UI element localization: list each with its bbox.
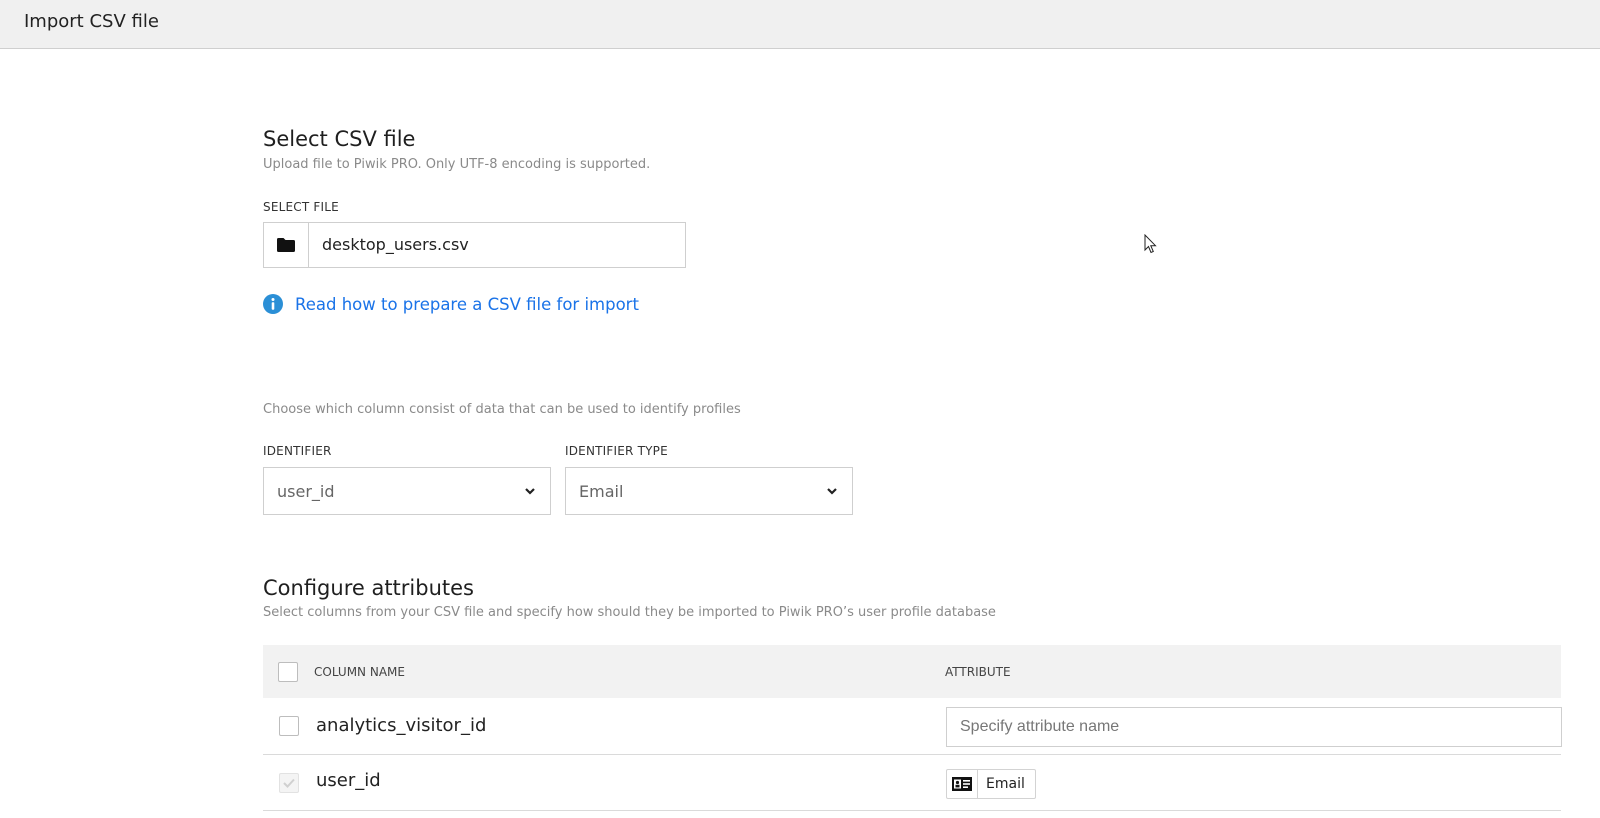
attributes-heading: Configure attributes bbox=[263, 576, 474, 600]
row-checkbox-disabled bbox=[279, 773, 299, 793]
top-bar: Import CSV file bbox=[0, 0, 1600, 49]
identifier-type-label: IDENTIFIER TYPE bbox=[565, 444, 668, 458]
browse-file-button[interactable] bbox=[264, 223, 309, 267]
identifier-select-value: user_id bbox=[277, 482, 335, 501]
column-name: user_id bbox=[316, 770, 381, 791]
column-name: analytics_visitor_id bbox=[316, 715, 487, 736]
table-row: user_id Email bbox=[263, 755, 1561, 811]
identifier-label: IDENTIFIER bbox=[263, 444, 332, 458]
folder-icon bbox=[277, 238, 295, 252]
attribute-chip-label: Email bbox=[986, 776, 1025, 792]
attributes-table-header: COLUMN NAME ATTRIBUTE bbox=[263, 645, 1561, 698]
attribute-name-input[interactable] bbox=[946, 707, 1562, 747]
column-name-header: COLUMN NAME bbox=[314, 665, 405, 679]
info-icon bbox=[263, 294, 283, 314]
selected-file-name: desktop_users.csv bbox=[322, 235, 469, 254]
identifier-type-select[interactable]: Email bbox=[565, 467, 853, 515]
select-file-description: Upload file to Piwik PRO. Only UTF-8 enc… bbox=[263, 157, 651, 172]
identifier-select[interactable]: user_id bbox=[263, 467, 551, 515]
attribute-chip[interactable]: Email bbox=[946, 769, 1036, 799]
check-icon bbox=[283, 778, 295, 788]
attributes-description: Select columns from your CSV file and sp… bbox=[263, 605, 996, 620]
select-all-checkbox[interactable] bbox=[278, 662, 298, 682]
page-title: Import CSV file bbox=[24, 11, 159, 32]
mouse-cursor-icon bbox=[1144, 234, 1157, 254]
identifier-type-value: Email bbox=[579, 482, 624, 501]
chevron-down-icon bbox=[525, 488, 535, 495]
identifier-description: Choose which column consist of data that… bbox=[263, 402, 741, 417]
row-checkbox[interactable] bbox=[279, 716, 299, 736]
table-row: analytics_visitor_id bbox=[263, 698, 1562, 755]
id-card-icon bbox=[947, 770, 978, 798]
chevron-down-icon bbox=[827, 488, 837, 495]
csv-help-link[interactable]: Read how to prepare a CSV file for impor… bbox=[263, 294, 639, 314]
attribute-header: ATTRIBUTE bbox=[945, 665, 1011, 679]
select-file-label: SELECT FILE bbox=[263, 200, 339, 214]
file-picker[interactable]: desktop_users.csv bbox=[263, 222, 686, 268]
csv-help-link-text[interactable]: Read how to prepare a CSV file for impor… bbox=[295, 295, 639, 314]
select-file-heading: Select CSV file bbox=[263, 127, 416, 151]
